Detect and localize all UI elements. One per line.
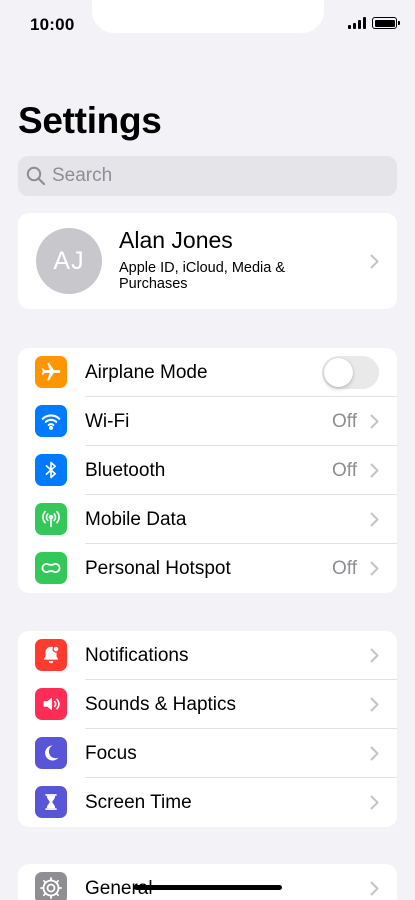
search-icon [26, 166, 46, 186]
settings-row-value: Off [332, 459, 357, 481]
search-bar[interactable] [18, 156, 397, 196]
settings-group-general: General [18, 864, 397, 900]
settings-row-sounds-haptics[interactable]: Sounds & Haptics [18, 680, 397, 729]
settings-row-label: Airplane Mode [85, 361, 208, 383]
hotspot-icon [35, 552, 67, 584]
settings-group-notifications: Notifications Sounds & Haptics Focus Scr… [18, 631, 397, 827]
bluetooth-icon [35, 454, 67, 486]
settings-row-label: Wi-Fi [85, 410, 130, 432]
moon-icon [35, 737, 67, 769]
settings-row-personal-hotspot[interactable]: Personal Hotspot Off [18, 544, 397, 593]
settings-row-wifi[interactable]: Wi-Fi Off [18, 397, 397, 446]
settings-group-connectivity: Airplane Mode Wi-Fi Off Bluetooth Off Mo… [18, 348, 397, 593]
page-title: Settings [18, 100, 162, 141]
hourglass-icon [35, 786, 67, 818]
settings-row-label: Focus [85, 742, 137, 764]
settings-row-label: Mobile Data [85, 508, 187, 530]
chevron-right-icon [370, 881, 379, 896]
status-time: 10:00 [30, 15, 75, 34]
settings-row-label: Notifications [85, 644, 189, 666]
settings-row-value: Off [332, 410, 357, 432]
chevron-right-icon [370, 512, 379, 527]
profile-name: Alan Jones [119, 227, 233, 253]
settings-row-label: Sounds & Haptics [85, 693, 237, 715]
settings-row-notifications[interactable]: Notifications [18, 631, 397, 680]
settings-row-value: Off [332, 557, 357, 579]
bell-icon [35, 639, 67, 671]
settings-row-focus[interactable]: Focus [18, 729, 397, 778]
avatar: AJ [36, 228, 102, 294]
antenna-icon [35, 503, 67, 535]
profile-subtitle: Apple ID, iCloud, Media & Purchases [119, 260, 286, 292]
cellular-signal-icon [348, 17, 366, 29]
settings-row-airplane-mode[interactable]: Airplane Mode [18, 348, 397, 397]
home-indicator[interactable] [134, 885, 282, 890]
chevron-right-icon [370, 463, 379, 478]
settings-row-bluetooth[interactable]: Bluetooth Off [18, 446, 397, 495]
battery-icon [372, 17, 400, 29]
chevron-right-icon [370, 697, 379, 712]
toggle-knob [324, 358, 353, 387]
wifi-icon [35, 405, 67, 437]
settings-row-general[interactable]: General [18, 864, 397, 900]
settings-row-mobile-data[interactable]: Mobile Data [18, 495, 397, 544]
status-bar: 10:00 [0, 0, 415, 50]
settings-row-label: Bluetooth [85, 459, 166, 481]
gear-icon [35, 872, 67, 900]
chevron-right-icon [370, 561, 379, 576]
chevron-right-icon [370, 254, 379, 269]
chevron-right-icon [370, 414, 379, 429]
airplane-mode-toggle[interactable] [322, 356, 379, 389]
settings-row-screen-time[interactable]: Screen Time [18, 778, 397, 827]
airplane-icon [35, 356, 67, 388]
chevron-right-icon [370, 746, 379, 761]
chevron-right-icon [370, 795, 379, 810]
notch [92, 0, 324, 33]
speaker-icon [35, 688, 67, 720]
settings-row-label: Personal Hotspot [85, 557, 231, 579]
chevron-right-icon [370, 648, 379, 663]
search-input[interactable] [52, 165, 372, 187]
settings-row-label: Screen Time [85, 791, 192, 813]
status-icons [348, 17, 400, 29]
apple-id-profile[interactable]: AJ Alan Jones Apple ID, iCloud, Media & … [18, 213, 397, 309]
